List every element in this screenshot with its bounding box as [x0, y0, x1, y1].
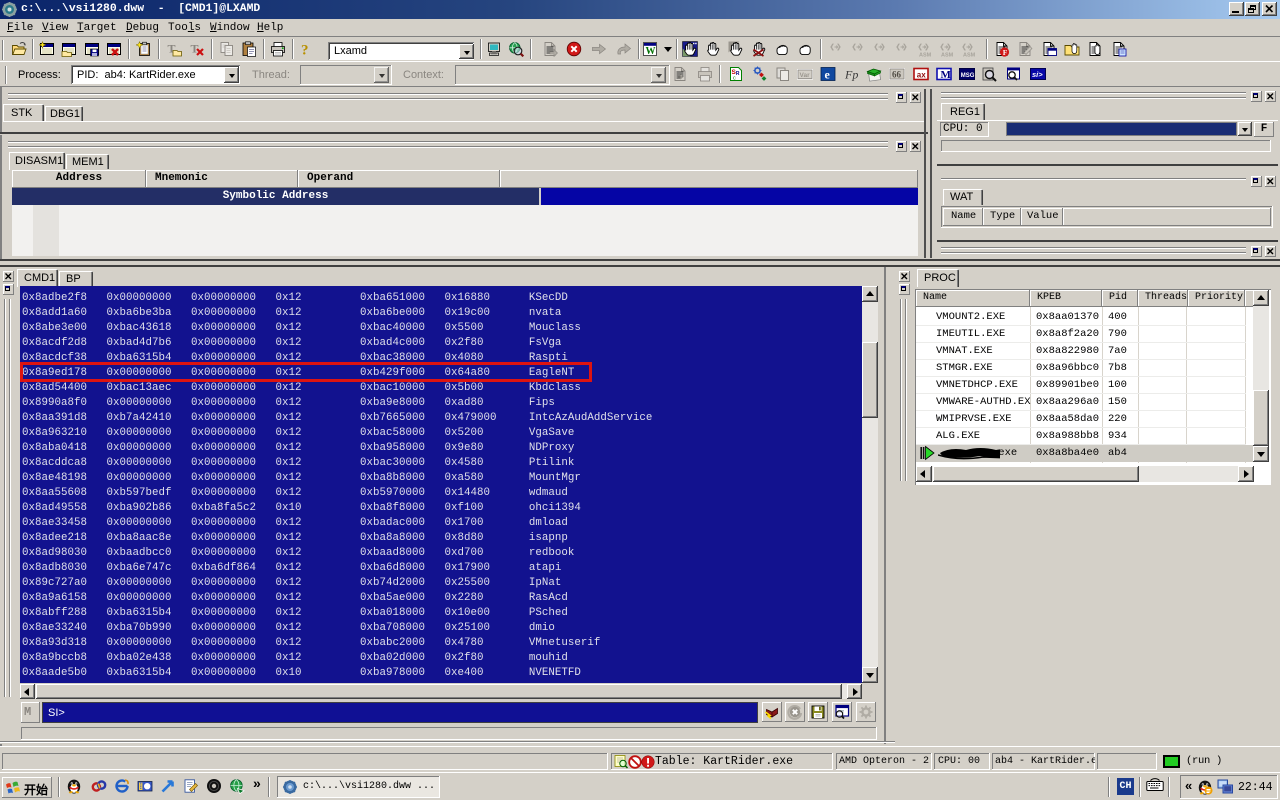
svg-text:si>: si>	[1032, 70, 1043, 79]
svg-text:Fp: Fp	[844, 68, 858, 82]
svg-text:66: 66	[892, 70, 902, 80]
svg-text:ASM: ASM	[963, 53, 976, 58]
svg-text:e: e	[825, 68, 831, 82]
svg-text:Var: Var	[800, 72, 811, 79]
svg-text:ASM: ASM	[919, 53, 932, 58]
svg-text:ASM: ASM	[941, 53, 954, 58]
svg-text:MSG: MSG	[961, 73, 975, 79]
svg-text:W: W	[646, 46, 656, 57]
svg-text:?: ?	[301, 43, 309, 58]
svg-text:c: c	[733, 76, 736, 82]
svg-text:ax: ax	[917, 70, 926, 79]
svg-text:F: F	[1003, 48, 1008, 57]
svg-text:M: M	[941, 69, 952, 81]
